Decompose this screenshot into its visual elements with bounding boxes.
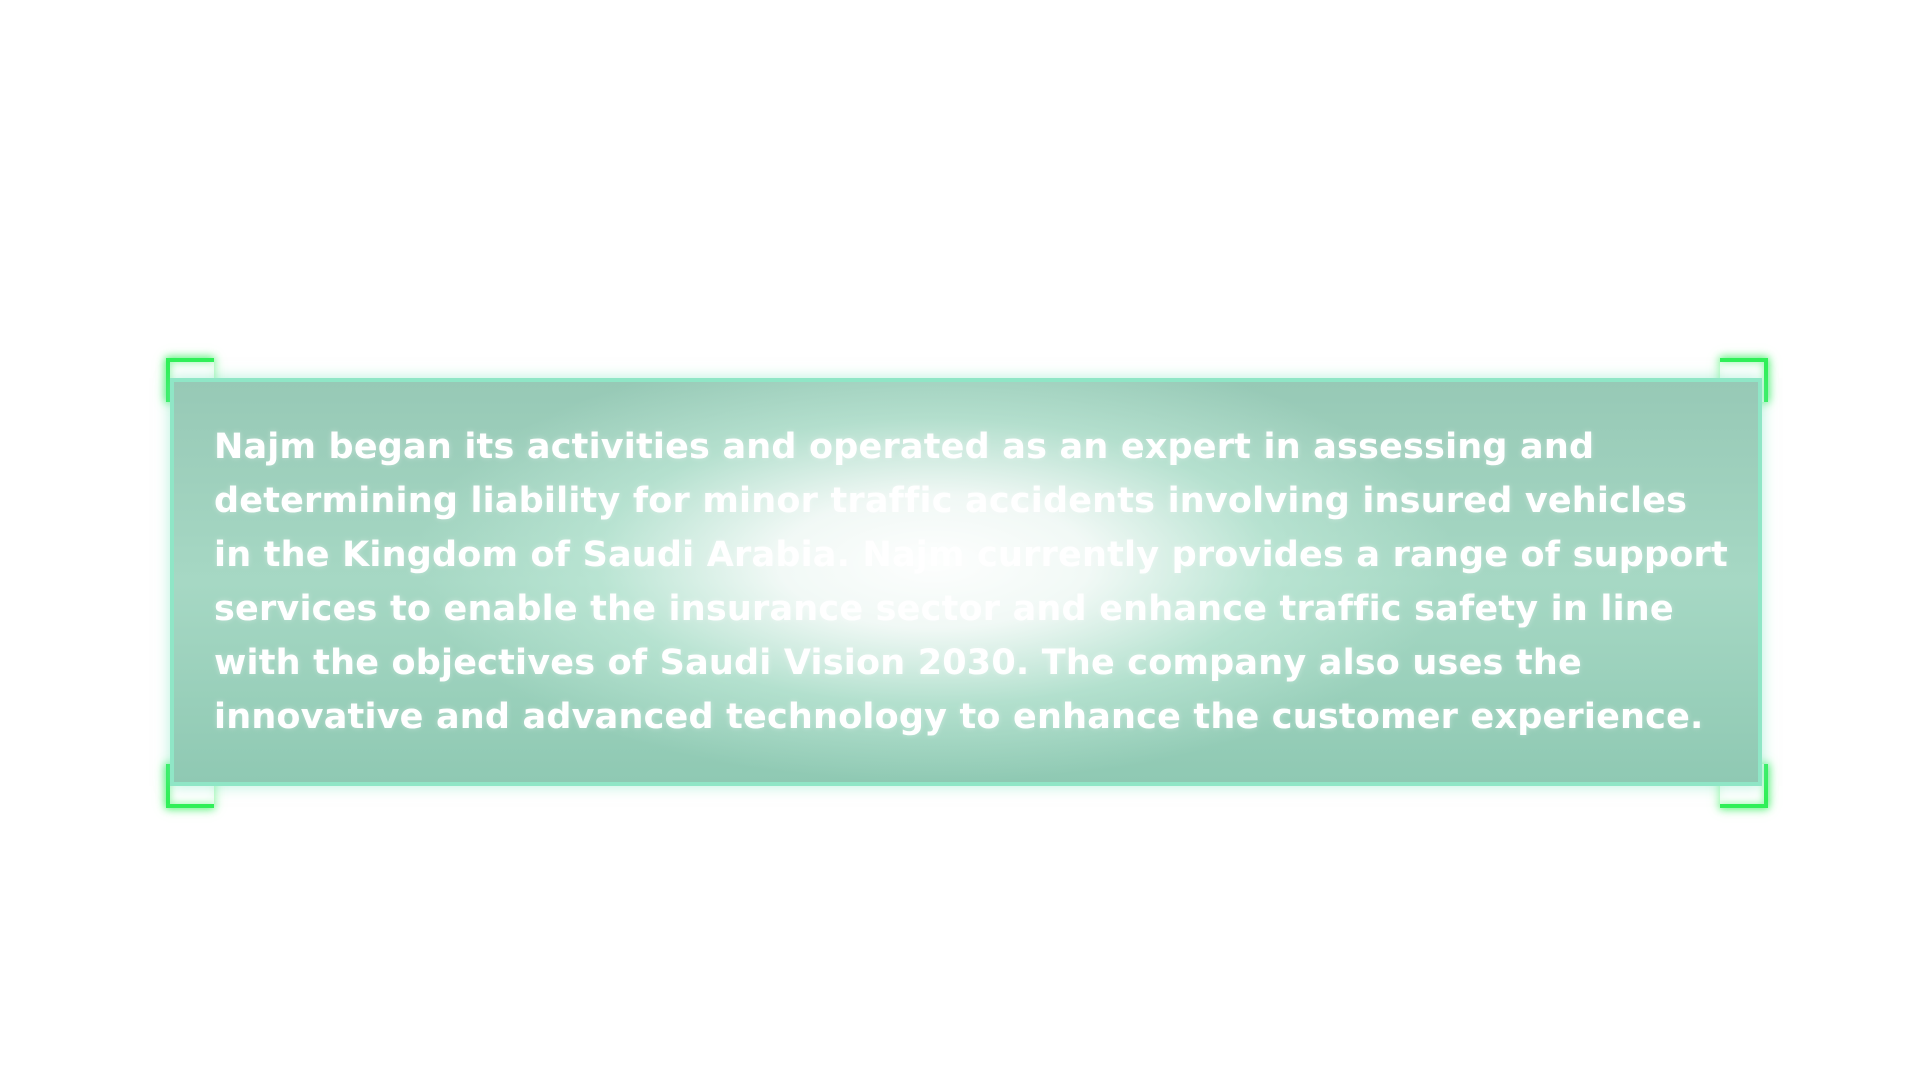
- text-panel: Najm began its activities and operated a…: [170, 378, 1762, 786]
- screen: Najm began its activities and operated a…: [0, 0, 1920, 1080]
- panel-text: Najm began its activities and operated a…: [214, 427, 1728, 737]
